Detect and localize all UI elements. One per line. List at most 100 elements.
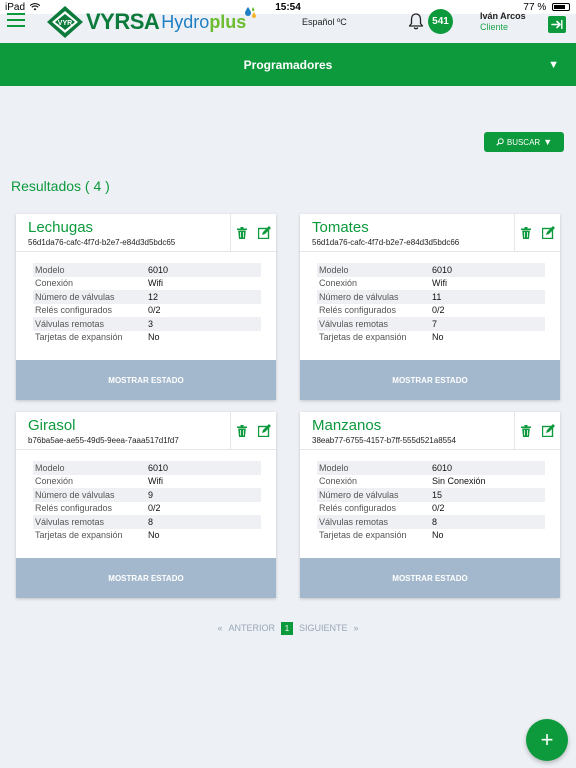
spec-value: 7: [432, 318, 438, 329]
controller-name: Tomates: [312, 219, 369, 236]
specs-table: Modelo 6010 Conexión Sin Conexión Número d…: [317, 461, 545, 542]
spec-row: Relés configurados 0/2: [317, 304, 545, 318]
previous-page-link[interactable]: ANTERIOR: [228, 623, 275, 633]
search-icon: [496, 138, 504, 146]
spec-label: Conexión: [319, 476, 358, 487]
card-header: Girasol b76ba5ae-ae55-49d5-9eea-7aaa517d…: [16, 412, 276, 450]
current-page[interactable]: 1: [281, 621, 293, 635]
user-role: Cliente: [480, 22, 509, 32]
spec-row: Número de válvulas 12: [33, 290, 261, 304]
next-page-link[interactable]: SIGUIENTE: [299, 623, 348, 633]
controller-name: Manzanos: [312, 417, 382, 434]
card-actions: [514, 214, 560, 252]
logout-icon: [551, 20, 563, 29]
controller-id: 56d1da76-cafc-4f7d-b2e7-e84d3d5bdc66: [312, 238, 460, 247]
logout-button[interactable]: [548, 16, 566, 33]
edit-icon[interactable]: [542, 424, 555, 437]
show-status-button[interactable]: MOSTRAR ESTADO: [300, 558, 560, 598]
spec-label: Modelo: [35, 462, 65, 473]
spec-row: Modelo 6010: [317, 461, 545, 475]
spec-value: 0/2: [148, 305, 161, 316]
spec-value: 9: [148, 489, 154, 500]
spec-label: Tarjetas de expansión: [319, 530, 407, 541]
spec-label: Modelo: [319, 264, 349, 275]
spec-row: Número de válvulas 15: [317, 488, 545, 502]
first-page-link[interactable]: «: [217, 623, 222, 633]
edit-icon[interactable]: [542, 226, 555, 239]
spec-row: Válvulas remotas 8: [317, 515, 545, 529]
spec-value: No: [148, 530, 160, 541]
spec-row: Tarjetas de expansión No: [317, 529, 545, 543]
show-status-button[interactable]: MOSTRAR ESTADO: [16, 360, 276, 400]
spec-value: 15: [432, 489, 443, 500]
controller-name: Lechugas: [28, 219, 94, 236]
spec-row: Modelo 6010: [33, 263, 261, 277]
spec-value: 8: [148, 516, 154, 527]
show-status-button[interactable]: MOSTRAR ESTADO: [16, 558, 276, 598]
spec-value: 6010: [148, 462, 169, 473]
card-header: Lechugas 56d1da76-cafc-4f7d-b2e7-e84d3d5…: [16, 214, 276, 252]
spec-label: Válvulas remotas: [319, 318, 389, 329]
spec-row: Conexión Wifi: [33, 277, 261, 291]
logo: VYR VYRSA Hydro plus: [46, 5, 258, 39]
search-button[interactable]: BUSCAR ▼: [484, 132, 564, 152]
specs-table: Modelo 6010 Conexión Wifi Número de válvul…: [33, 263, 261, 344]
logo-product-plus: plus: [209, 11, 247, 32]
spec-row: Tarjetas de expansión No: [33, 331, 261, 345]
spec-value: 6010: [432, 462, 453, 473]
trash-icon[interactable]: [237, 425, 247, 437]
bell-icon[interactable]: [408, 12, 424, 30]
spec-label: Número de válvulas: [35, 489, 115, 500]
spec-label: Número de válvulas: [319, 489, 399, 500]
spec-label: Conexión: [35, 278, 74, 289]
controller-name: Girasol: [28, 417, 76, 434]
spec-label: Tarjetas de expansión: [319, 332, 407, 343]
spec-value: Sin Conexión: [432, 476, 486, 487]
card-actions: [230, 214, 276, 252]
last-page-link[interactable]: »: [354, 623, 359, 633]
menu-icon[interactable]: [7, 13, 25, 27]
search-label: BUSCAR: [506, 137, 541, 147]
notification-badge[interactable]: 541: [428, 9, 453, 34]
language-selector[interactable]: Español ºC: [302, 17, 347, 27]
spec-row: Válvulas remotas 7: [317, 317, 545, 331]
show-status-button[interactable]: MOSTRAR ESTADO: [300, 360, 560, 400]
spec-label: Válvulas remotas: [35, 318, 105, 329]
spec-value: 0/2: [148, 503, 161, 514]
logo-brand: VYRSA: [86, 9, 160, 34]
spec-label: Modelo: [319, 462, 349, 473]
spec-value: 0/2: [432, 305, 445, 316]
add-controller-button[interactable]: +: [526, 719, 568, 761]
spec-value: 12: [148, 291, 159, 302]
card-header: Tomates 56d1da76-cafc-4f7d-b2e7-e84d3d5b…: [300, 214, 560, 252]
trash-icon[interactable]: [521, 227, 531, 239]
spec-row: Conexión Sin Conexión: [317, 475, 545, 489]
edit-icon[interactable]: [258, 424, 271, 437]
spec-row: Número de válvulas 9: [33, 488, 261, 502]
vyrsa-logo-icon: VYR: [47, 6, 83, 38]
spec-label: Relés configurados: [35, 305, 113, 316]
controller-card: Manzanos 38eab77-6755-4157-b7ff-555d521a…: [300, 412, 560, 598]
results-count: Resultados ( 4 ): [11, 178, 110, 194]
search-caret-icon: ▼: [543, 137, 553, 147]
spec-value: 6010: [432, 264, 453, 275]
section-title-bar: Programadores ▼: [0, 43, 576, 86]
trash-icon[interactable]: [521, 425, 531, 437]
section-dropdown-icon[interactable]: ▼: [548, 59, 559, 71]
spec-value: 3: [148, 318, 154, 329]
spec-row: Modelo 6010: [317, 263, 545, 277]
spec-value: No: [148, 332, 160, 343]
user-name: Iván Arcos: [480, 11, 526, 21]
spec-label: Número de válvulas: [319, 291, 399, 302]
trash-icon[interactable]: [237, 227, 247, 239]
spec-label: Válvulas remotas: [319, 516, 389, 527]
spec-row: Relés configurados 0/2: [33, 502, 261, 516]
specs-table: Modelo 6010 Conexión Wifi Número de válvul…: [317, 263, 545, 344]
controller-id: 38eab77-6755-4157-b7ff-555d521a8554: [312, 436, 456, 445]
edit-icon[interactable]: [258, 226, 271, 239]
logo-badge-text: VYR: [58, 20, 72, 27]
spec-row: Válvulas remotas 3: [33, 317, 261, 331]
spec-label: Modelo: [35, 264, 65, 275]
spec-row: Conexión Wifi: [33, 475, 261, 489]
spec-value: No: [432, 530, 444, 541]
